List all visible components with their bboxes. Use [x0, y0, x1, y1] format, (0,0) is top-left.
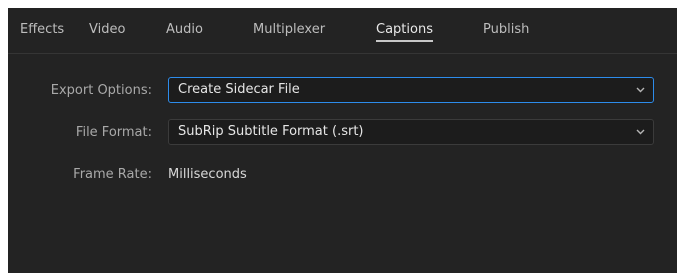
chevron-down-icon [636, 129, 645, 135]
chevron-down-icon [636, 87, 645, 93]
tab-video[interactable]: Video [89, 8, 125, 54]
frame-rate-label: Frame Rate: [73, 167, 152, 182]
file-format-label: File Format: [75, 125, 152, 140]
tab-audio[interactable]: Audio [166, 8, 203, 54]
tab-video-label: Video [89, 22, 126, 37]
tab-audio-label: Audio [166, 22, 203, 37]
file-format-dropdown[interactable]: SubRip Subtitle Format (.srt) [168, 119, 654, 145]
tab-publish-label: Publish [483, 22, 530, 37]
file-format-value: SubRip Subtitle Format (.srt) [178, 124, 364, 139]
captions-settings-panel: Effects Video Audio Multiplexer Captions… [8, 8, 677, 273]
tab-effects-label: Effects [20, 22, 65, 37]
tab-effects[interactable]: Effects [20, 8, 64, 54]
settings-tab-bar: Effects Video Audio Multiplexer Captions… [8, 8, 677, 54]
frame-rate-value: Milliseconds [168, 167, 247, 182]
export-options-dropdown[interactable]: Create Sidecar File [168, 77, 654, 103]
tab-publish[interactable]: Publish [483, 8, 529, 54]
export-options-label: Export Options: [50, 83, 152, 98]
tab-captions-label: Captions [376, 22, 433, 37]
tab-multiplexer-label: Multiplexer [253, 22, 326, 37]
active-tab-indicator [376, 40, 433, 42]
tab-captions[interactable]: Captions [376, 8, 433, 54]
export-options-value: Create Sidecar File [178, 82, 300, 97]
tab-multiplexer[interactable]: Multiplexer [253, 8, 325, 54]
